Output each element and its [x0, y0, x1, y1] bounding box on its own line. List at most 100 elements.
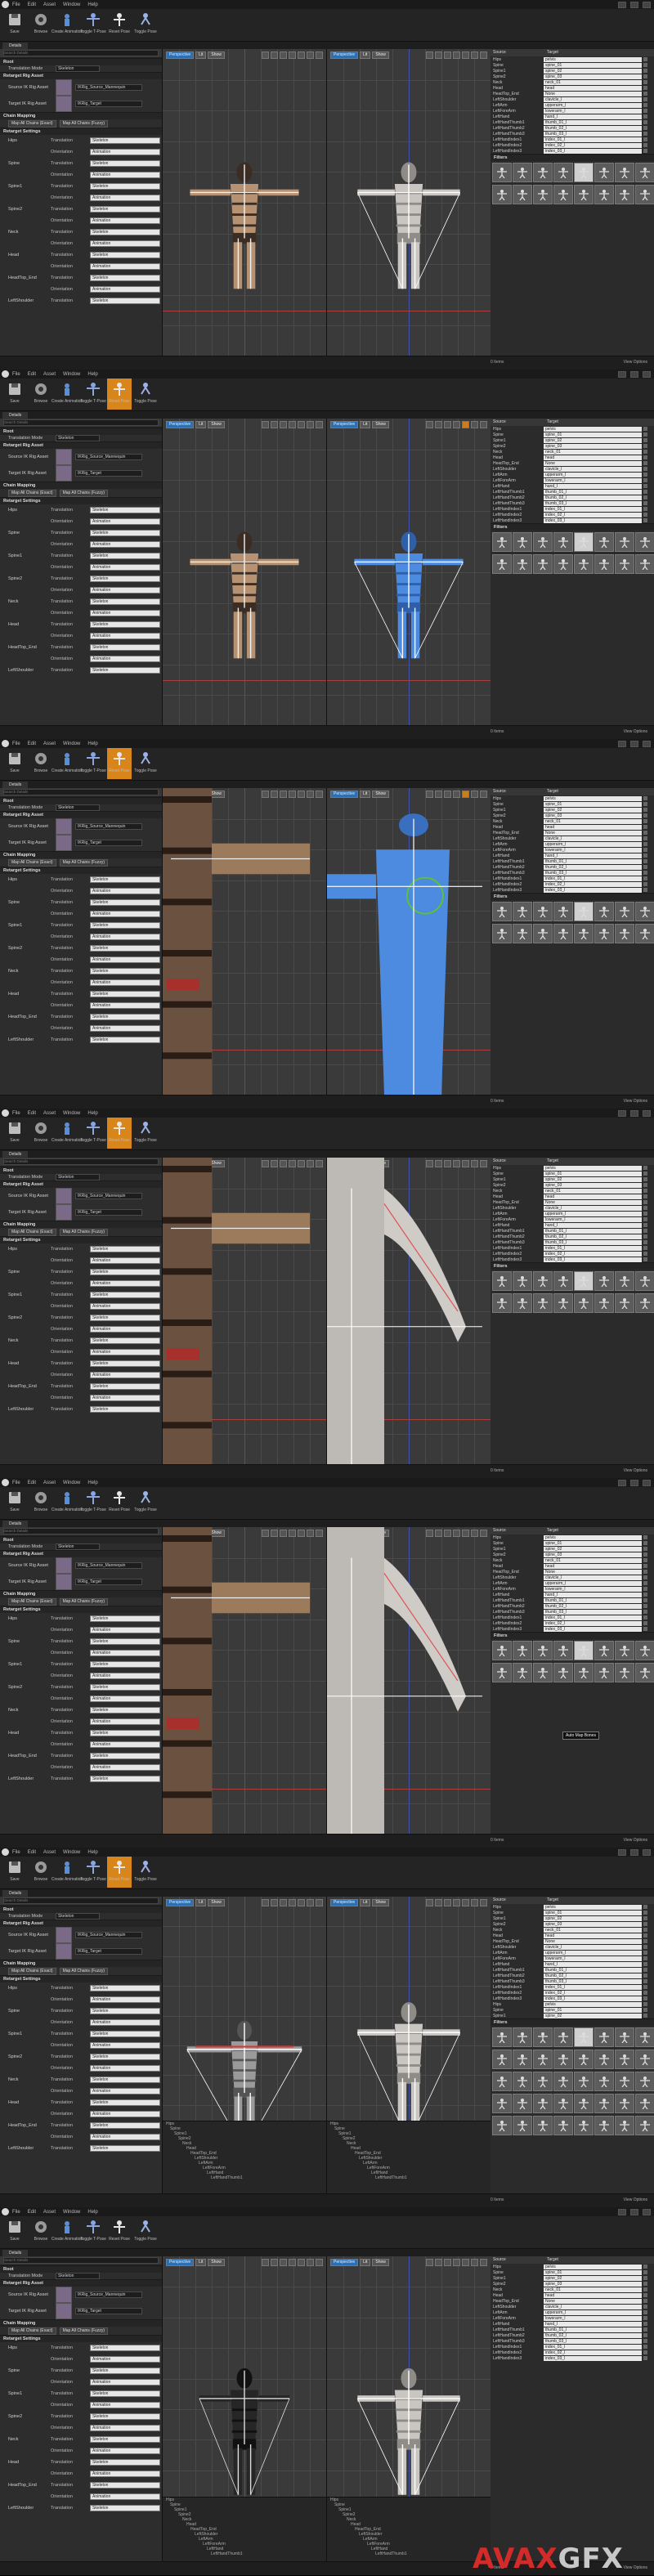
clear-mapping-icon[interactable] — [643, 57, 647, 61]
mapping-target-dropdown[interactable]: index_03_l — [544, 2355, 642, 2361]
clear-mapping-icon[interactable] — [643, 825, 647, 829]
toolbar-browse-button[interactable]: Browse — [29, 2216, 53, 2247]
clear-mapping-icon[interactable] — [643, 501, 647, 505]
section-chain-mapping[interactable]: Chain Mapping — [0, 851, 162, 858]
mapping-target-dropdown[interactable]: spine_03 — [544, 443, 642, 449]
pose-button[interactable] — [635, 1663, 654, 1682]
pose-button[interactable] — [513, 163, 532, 182]
menu-asset[interactable]: Asset — [43, 2210, 56, 2215]
pose-button[interactable] — [635, 2027, 654, 2047]
mapping-target-dropdown[interactable]: None — [544, 460, 642, 466]
setting-dropdown[interactable]: Animation — [90, 2042, 160, 2049]
row-value[interactable]: Skeleton — [56, 65, 100, 72]
toolbar-toggle-pose-button[interactable]: Toggle Pose — [133, 2216, 158, 2247]
pose-button[interactable] — [533, 2027, 553, 2047]
menu-edit[interactable]: Edit — [28, 741, 36, 746]
pose-button[interactable] — [533, 554, 553, 574]
mapping-target-dropdown[interactable]: thumb_02_l — [544, 125, 642, 131]
clear-mapping-icon[interactable] — [643, 2293, 647, 2297]
clear-mapping-icon[interactable] — [643, 2350, 647, 2354]
mapping-target-dropdown[interactable]: thumb_02_l — [544, 2332, 642, 2338]
toolbar-create-animation-button[interactable]: Create Animation — [52, 1857, 83, 1888]
pose-button[interactable] — [513, 2094, 532, 2113]
setting-dropdown[interactable]: Skeleton — [90, 2390, 160, 2397]
mapping-target-dropdown[interactable]: index_01_l — [544, 1615, 642, 1620]
menu-file[interactable]: File — [12, 2, 20, 7]
clear-mapping-icon[interactable] — [643, 831, 647, 835]
tab-details[interactable]: Details — [2, 2250, 29, 2256]
menu-help[interactable]: Help — [87, 1481, 97, 1485]
clear-mapping-icon[interactable] — [643, 69, 647, 73]
clear-mapping-icon[interactable] — [643, 92, 647, 96]
pose-button[interactable] — [533, 902, 553, 921]
chain-button[interactable]: Map All Chains (Fuzzy) — [59, 489, 108, 497]
menu-window[interactable]: Window — [63, 372, 80, 377]
status-view-options[interactable]: View Options — [624, 2565, 647, 2570]
setting-dropdown[interactable]: Animation — [90, 2448, 160, 2454]
minimize-icon[interactable] — [618, 1479, 626, 1486]
menu-file[interactable]: File — [12, 741, 20, 746]
clear-mapping-icon[interactable] — [643, 1991, 647, 1995]
setting-dropdown[interactable]: Animation — [90, 1764, 160, 1771]
mapping-target-dropdown[interactable]: pelvis — [544, 1904, 642, 1910]
setting-dropdown[interactable]: Animation — [90, 1673, 160, 1679]
pose-button[interactable] — [553, 1641, 573, 1660]
clear-mapping-icon[interactable] — [643, 808, 647, 812]
mapping-target-dropdown[interactable]: spine_01 — [544, 1540, 642, 1546]
setting-dropdown[interactable]: Skeleton — [90, 2054, 160, 2060]
pose-button[interactable] — [492, 2094, 512, 2113]
mapping-target-dropdown[interactable]: upperarm_l — [544, 102, 642, 108]
section-retarget-settings[interactable]: Retarget Settings — [0, 1236, 162, 1243]
setting-dropdown[interactable]: Skeleton — [90, 1985, 160, 1991]
pose-button[interactable] — [574, 902, 594, 921]
section-chain-mapping[interactable]: Chain Mapping — [0, 482, 162, 489]
clear-mapping-icon[interactable] — [643, 1575, 647, 1579]
pose-button[interactable] — [533, 1293, 553, 1313]
section-retarget-settings[interactable]: Retarget Settings — [0, 867, 162, 874]
clear-mapping-icon[interactable] — [643, 2282, 647, 2286]
clear-mapping-icon[interactable] — [643, 97, 647, 101]
minimize-icon[interactable] — [618, 2208, 626, 2215]
setting-dropdown[interactable]: Skeleton — [90, 576, 160, 582]
chain-button[interactable]: Map All Chains (Fuzzy) — [59, 1967, 108, 1975]
setting-dropdown[interactable]: Skeleton — [90, 2459, 160, 2466]
mapping-target-dropdown[interactable]: head — [544, 1933, 642, 1938]
mapping-target-dropdown[interactable]: index_01_l — [544, 137, 642, 142]
setting-dropdown[interactable]: Animation — [90, 934, 160, 940]
clear-mapping-icon[interactable] — [643, 126, 647, 130]
mapping-target-dropdown[interactable]: spine_02 — [544, 68, 642, 74]
clear-mapping-icon[interactable] — [643, 2014, 647, 2018]
clear-mapping-icon[interactable] — [643, 1916, 647, 1920]
pose-button[interactable] — [492, 2116, 512, 2135]
details-search-input[interactable]: Search Details — [3, 1897, 159, 1904]
menu-edit[interactable]: Edit — [28, 2, 36, 7]
clear-mapping-icon[interactable] — [643, 484, 647, 488]
clear-mapping-icon[interactable] — [643, 2310, 647, 2314]
pose-button[interactable] — [513, 1663, 532, 1682]
toolbar-browse-button[interactable]: Browse — [29, 748, 53, 779]
mapping-target-dropdown[interactable]: None — [544, 1938, 642, 1944]
toolbar-toggle-pose-button[interactable]: Toggle Pose — [133, 748, 158, 779]
mapping-target-dropdown[interactable]: thumb_02_l — [544, 495, 642, 500]
clear-mapping-icon[interactable] — [643, 1951, 647, 1955]
mapping-target-dropdown[interactable]: neck_01 — [544, 818, 642, 824]
tab-details[interactable]: Details — [2, 1890, 29, 1897]
clear-mapping-icon[interactable] — [643, 1564, 647, 1568]
clear-mapping-icon[interactable] — [643, 1206, 647, 1210]
setting-dropdown[interactable]: Skeleton — [90, 1638, 160, 1645]
pose-button[interactable] — [635, 2094, 654, 2113]
pose-button[interactable] — [553, 902, 573, 921]
asset-thumbnail[interactable] — [56, 2287, 72, 2303]
setting-dropdown[interactable]: Skeleton — [90, 1406, 160, 1413]
setting-dropdown[interactable]: Skeleton — [90, 1383, 160, 1390]
pose-button[interactable] — [594, 902, 614, 921]
pose-button[interactable] — [533, 2050, 553, 2069]
asset-picker[interactable]: IKRig_Target — [75, 1209, 142, 1216]
toolbar-save-button[interactable]: Save — [2, 379, 27, 410]
setting-dropdown[interactable]: Skeleton — [90, 1776, 160, 1782]
clear-mapping-icon[interactable] — [643, 1956, 647, 1960]
mapping-target-dropdown[interactable]: thumb_01_l — [544, 2327, 642, 2332]
clear-mapping-icon[interactable] — [643, 2333, 647, 2337]
pose-button[interactable] — [553, 1293, 573, 1313]
clear-mapping-icon[interactable] — [643, 2287, 647, 2292]
